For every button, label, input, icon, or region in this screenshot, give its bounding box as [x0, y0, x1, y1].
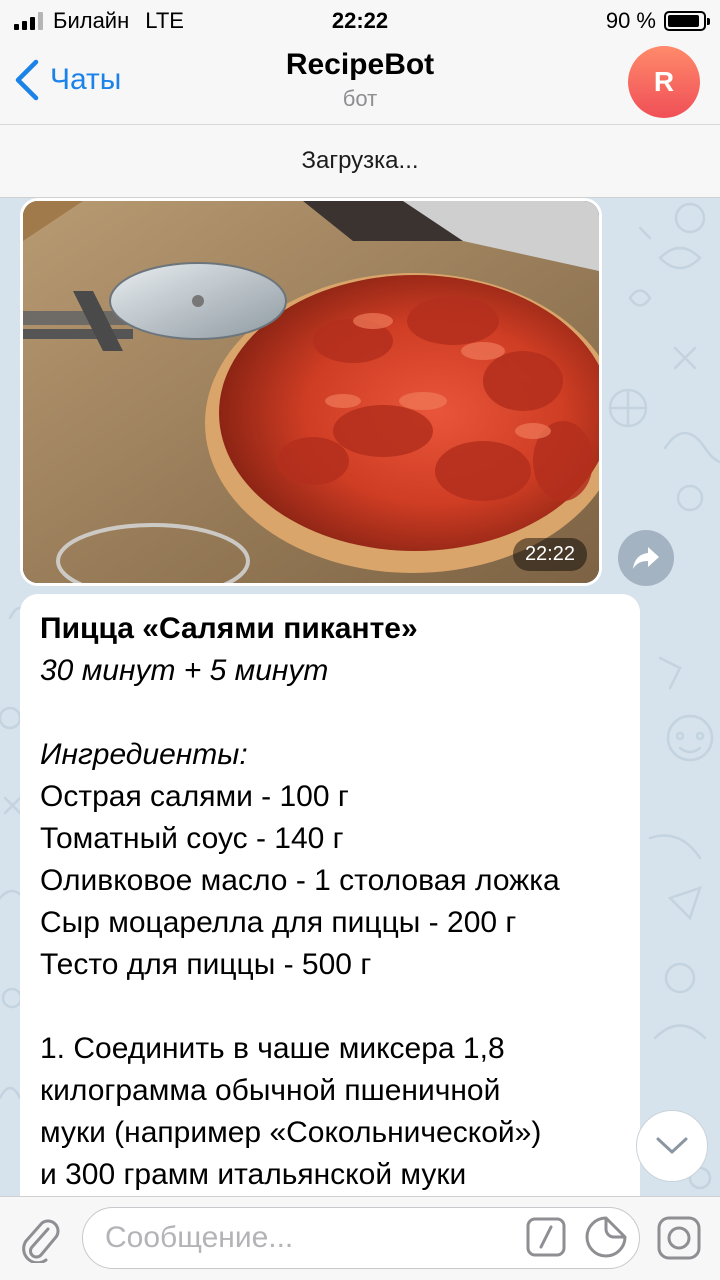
sticker-icon[interactable]	[584, 1215, 628, 1259]
ingredient-item: Томатный соус - 140 г	[40, 822, 344, 855]
camera-icon[interactable]	[656, 1215, 702, 1261]
loading-indicator: Загрузка...	[0, 124, 720, 198]
ingredient-item: Острая салями - 100 г	[40, 780, 349, 813]
step-line: муки (например «Сокольнической»)	[40, 1116, 542, 1149]
slash-command-icon[interactable]	[526, 1217, 566, 1257]
step-line: и 300 грамм итальянской муки	[40, 1158, 467, 1191]
chevron-down-icon	[656, 1137, 688, 1154]
share-button[interactable]	[618, 530, 674, 586]
share-arrow-icon	[633, 547, 659, 569]
ingredient-item: Оливковое масло - 1 столовая ложка	[40, 864, 560, 897]
message-input-bar	[0, 1196, 720, 1280]
paperclip-icon[interactable]	[18, 1215, 62, 1263]
recipe-message[interactable]: Пицца «Салями пиканте» 30 минут + 5 мину…	[20, 594, 640, 1196]
battery-icon	[664, 11, 710, 31]
step-line: 1. Соединить в чаше миксера 1,8	[40, 1032, 505, 1065]
photo-timestamp: 22:22	[512, 538, 587, 571]
recipe-duration: 30 минут + 5 минут	[40, 654, 329, 687]
battery-percent: 90 %	[605, 8, 656, 33]
chat-title[interactable]: RecipeBot	[0, 48, 720, 82]
avatar[interactable]: R	[628, 46, 700, 118]
scroll-down-button[interactable]	[636, 1110, 708, 1182]
status-bar: Билайн LTE 22:22 90 %	[0, 0, 720, 40]
step-line: килограмма обычной пшеничной	[40, 1074, 501, 1107]
ingredients-heading: Ингредиенты:	[40, 738, 248, 771]
recipe-title: Пицца «Салями пиканте»	[40, 612, 418, 645]
navigation-bar: Чаты RecipeBot бот R	[0, 40, 720, 124]
chat-area[interactable]: 22:22 Пицца «Салями пиканте» 30 минут + …	[0, 198, 720, 1196]
ingredient-item: Сыр моцарелла для пиццы - 200 г	[40, 906, 517, 939]
chat-subtitle: бот	[342, 86, 378, 111]
photo-message[interactable]: 22:22	[20, 198, 602, 586]
ingredient-item: Тесто для пиццы - 500 г	[40, 948, 372, 981]
status-right: 90 %	[605, 8, 710, 34]
pizza-photo	[23, 201, 599, 583]
